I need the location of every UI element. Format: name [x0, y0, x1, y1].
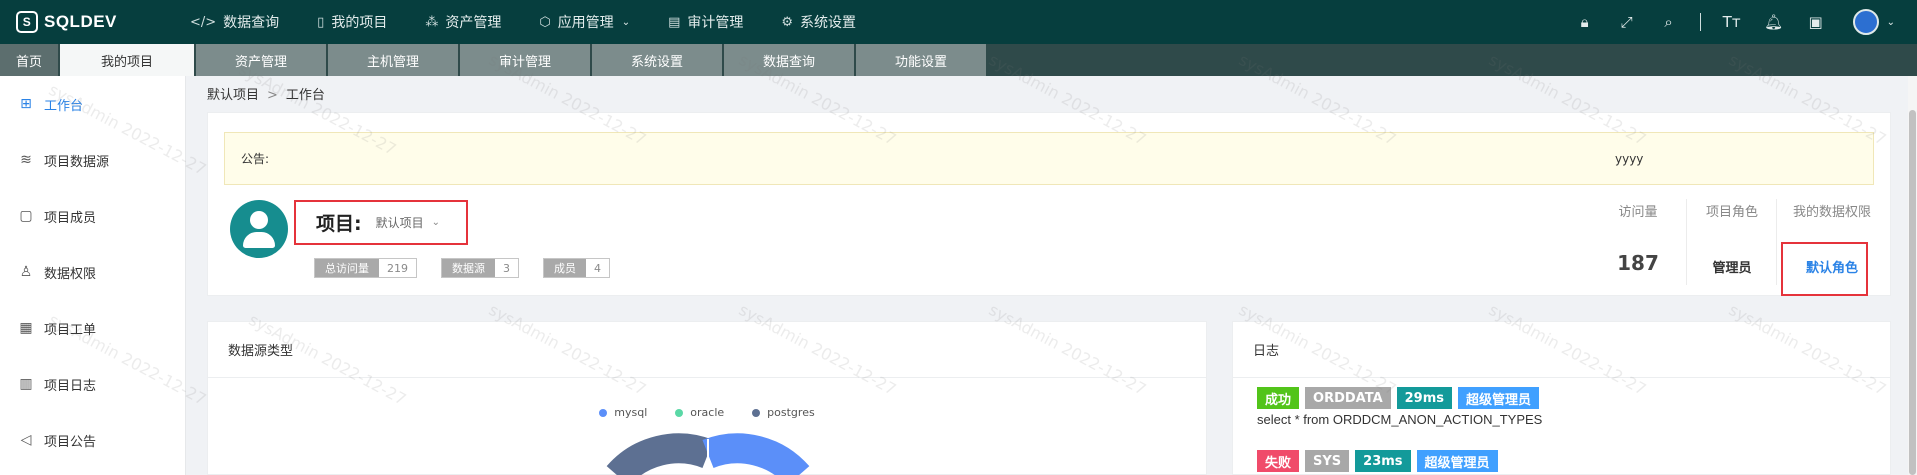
sidebar-item-datasource[interactable]: ≋ 项目数据源 — [0, 132, 185, 188]
lock-icon[interactable]: 🔒︎ — [1564, 13, 1606, 31]
announcement-label: 公告: — [241, 152, 270, 166]
breadcrumb-separator: > — [267, 88, 278, 103]
cluster-icon: ⁂ — [425, 14, 439, 30]
folder-icon: ▯ — [317, 14, 325, 30]
tab-my-projects[interactable]: 我的项目 — [60, 44, 194, 76]
top-nav: </> 数据查询 ▯ 我的项目 ⁂ 资产管理 ⬡ 应用管理 ⌄ ▤ 审计管理 ⚙ 系统设置 — [190, 0, 894, 44]
tab-audit-management[interactable]: 审计管理 — [460, 44, 590, 76]
project-avatar — [230, 200, 288, 258]
log-card: 日志 成功 ORDDATA 29ms 超级管理员 select * from O… — [1232, 321, 1891, 475]
nav-system-settings[interactable]: ⚙ 系统设置 — [781, 12, 856, 32]
schema-badge: ORDDATA — [1305, 387, 1391, 409]
nav-app-management[interactable]: ⬡ 应用管理 ⌄ — [539, 12, 630, 32]
tab-asset-management[interactable]: 资产管理 — [196, 44, 326, 76]
font-size-icon[interactable]: Tт — [1711, 13, 1753, 31]
tab-system-settings[interactable]: 系统设置 — [592, 44, 722, 76]
toolbar-divider — [1699, 13, 1701, 31]
user-icon: ♙ — [19, 264, 33, 280]
breadcrumb: 默认项目 > 工作台 — [207, 84, 325, 103]
breadcrumb-root[interactable]: 默认项目 — [207, 88, 259, 103]
sidebar-item-announcement[interactable]: ◁ 项目公告 — [0, 412, 185, 468]
project-role-value: 管理员 — [1712, 261, 1752, 276]
speaker-icon: ◁ — [20, 432, 32, 448]
donut-slice-postgres[interactable] — [606, 433, 714, 475]
breadcrumb-current: 工作台 — [285, 88, 325, 103]
page-scrollbar[interactable] — [1908, 76, 1917, 475]
nav-audit-management[interactable]: ▤ 审计管理 — [668, 12, 743, 32]
project-name[interactable]: 默认项目 — [376, 214, 424, 231]
duration-badge: 29ms — [1396, 387, 1453, 409]
contact-card-icon: ▢ — [19, 208, 33, 224]
top-tools: 🔒︎ ⤢ ⌕ Tт 🔔︎ ▣ ⌄ — [1564, 0, 1917, 44]
fullscreen-icon[interactable]: ⤢ — [1606, 13, 1648, 31]
sidebar: ⊞ 工作台 ≋ 项目数据源 ▢ 项目成员 ♙ 数据权限 ▦ 项目工单 ▥ 项目日志 ◁ 项目公… — [0, 76, 186, 475]
data-permission-stat: 我的数据权限 默认角色 — [1782, 201, 1882, 276]
user-icon — [250, 211, 268, 229]
tab-feature-settings[interactable]: 功能设置 — [856, 44, 986, 76]
schema-badge: SYS — [1305, 450, 1350, 472]
dashboard-icon: ⊞ — [20, 96, 32, 112]
tab-host-management[interactable]: 主机管理 — [328, 44, 458, 76]
stat-members: 成员 4 — [543, 258, 610, 278]
logo-icon: S — [16, 11, 38, 33]
scrollbar-thumb[interactable] — [1909, 110, 1916, 475]
nav-asset-management[interactable]: ⁂ 资产管理 — [425, 12, 501, 32]
log-icon: ▥ — [19, 376, 33, 392]
gear-icon: ⚙ — [781, 14, 794, 30]
search-icon[interactable]: ⌕ — [1648, 13, 1690, 31]
cube-icon: ⬡ — [539, 14, 551, 30]
project-selector[interactable]: 项目: 默认项目 ⌄ — [294, 200, 468, 245]
log-entry[interactable]: 失败 SYS 23ms 超级管理员 — [1257, 450, 1504, 472]
log-entry[interactable]: 成功 ORDDATA 29ms 超级管理员 select * from ORDD… — [1257, 387, 1545, 427]
announcement-banner: 公告: yyyy — [224, 132, 1874, 185]
calendar-icon: ▦ — [19, 320, 33, 336]
project-overview-card: 公告: yyyy 项目: 默认项目 ⌄ 总访问量 219 数据源 3 成员 4 访问量… — [207, 112, 1891, 296]
datasource-donut-chart — [606, 433, 810, 475]
duration-badge: 23ms — [1355, 450, 1411, 472]
project-title-label: 项目: — [316, 213, 362, 235]
code-icon: </> — [190, 14, 217, 30]
sidebar-item-workbench[interactable]: ⊞ 工作台 — [0, 76, 185, 132]
stat-datasources: 数据源 3 — [441, 258, 519, 278]
permission-highlight-box — [1781, 242, 1868, 296]
announcement-text: yyyy — [1615, 151, 1644, 166]
project-stats: 总访问量 219 数据源 3 成员 4 — [314, 258, 634, 278]
database-icon: ≋ — [20, 152, 32, 168]
datasource-type-card: 数据源类型 mysql oracle postgres — [207, 321, 1207, 475]
chevron-down-icon: ⌄ — [621, 16, 631, 28]
user-badge: 超级管理员 — [1458, 387, 1540, 409]
sidebar-item-data-permission[interactable]: ♙ 数据权限 — [0, 244, 185, 300]
visits-value: 187 — [1617, 251, 1659, 275]
nav-my-projects[interactable]: ▯ 我的项目 — [317, 12, 387, 32]
nav-data-query[interactable]: </> 数据查询 — [190, 12, 279, 32]
chevron-down-icon[interactable]: ⌄ — [1887, 17, 1895, 28]
status-badge: 失败 — [1257, 450, 1300, 472]
word-doc-icon[interactable]: ▣ — [1795, 13, 1837, 31]
tab-data-query[interactable]: 数据查询 — [724, 44, 854, 76]
bell-icon[interactable]: 🔔︎ — [1753, 13, 1795, 31]
app-logo[interactable]: S SQLDEV — [0, 11, 190, 33]
log-sql: select * from ORDDCM_ANON_ACTION_TYPES — [1257, 412, 1543, 427]
audit-icon: ▤ — [668, 14, 681, 30]
tab-bar: 首页 我的项目 资产管理 主机管理 审计管理 系统设置 数据查询 功能设置 — [0, 44, 1917, 76]
sidebar-item-logs[interactable]: ▥ 项目日志 — [0, 356, 185, 412]
stat-total-visits: 总访问量 219 — [314, 258, 417, 278]
tab-home[interactable]: 首页 — [0, 44, 58, 76]
top-navbar: S SQLDEV </> 数据查询 ▯ 我的项目 ⁂ 资产管理 ⬡ 应用管理 ⌄ ▤ 审计管… — [0, 0, 1917, 44]
project-role-stat: 项目角色 管理员 — [1692, 201, 1772, 276]
sidebar-item-members[interactable]: ▢ 项目成员 — [0, 188, 185, 244]
donut-slice-mysql[interactable] — [702, 433, 810, 475]
user-avatar[interactable] — [1852, 9, 1879, 35]
status-badge: 成功 — [1257, 387, 1300, 409]
chevron-down-icon[interactable]: ⌄ — [432, 217, 440, 228]
sidebar-item-work-orders[interactable]: ▦ 项目工单 — [0, 300, 185, 356]
log-card-title: 日志 — [1233, 322, 1890, 378]
visits-stat: 访问量 187 — [1598, 201, 1678, 275]
user-badge: 超级管理员 — [1416, 450, 1498, 472]
